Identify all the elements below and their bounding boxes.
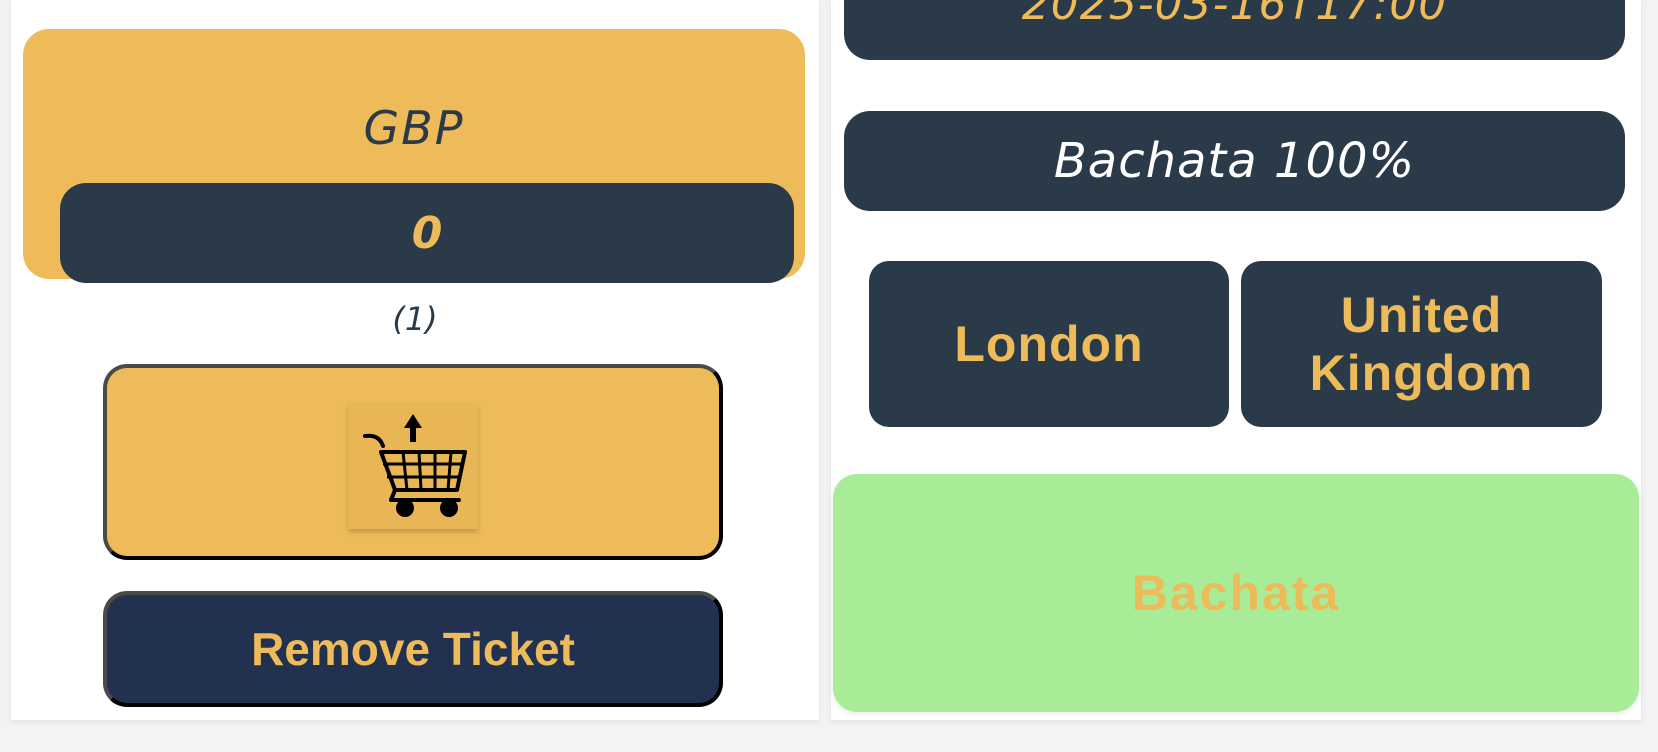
price-display: 0 [60,183,794,283]
price-panel: GBP 0 [23,29,805,283]
event-datetime: 2025-03-16T17:00 [844,0,1625,60]
event-card: 2025-03-16T17:00 Bachata 100% London Uni… [831,0,1641,720]
city-label: London [954,316,1144,372]
add-to-cart-button[interactable] [103,364,723,560]
cart-upload-icon [348,403,478,529]
currency-label: GBP [363,101,465,155]
country-box: United Kingdom [1241,261,1602,427]
genre-tile[interactable]: Bachata [833,474,1639,712]
country-label: United Kingdom [1309,287,1534,401]
remove-ticket-label: Remove Ticket [251,623,575,675]
price-value: 0 [411,207,443,259]
ticket-card: GBP 0 (1) Remove Ticket [11,0,819,720]
genre-label: Bachata [1131,565,1341,621]
ticket-quantity: (1) [392,300,438,338]
remove-ticket-button[interactable]: Remove Ticket [103,591,723,707]
event-datetime-text: 2025-03-16T17:00 [1021,0,1448,30]
dance-style-badge: Bachata 100% [844,111,1625,211]
ticket-view: GBP 0 (1) Remove Ticket 2025-03-16T17:00… [0,0,1658,752]
city-box: London [869,261,1229,427]
dance-style-text: Bachata 100% [1053,133,1416,189]
